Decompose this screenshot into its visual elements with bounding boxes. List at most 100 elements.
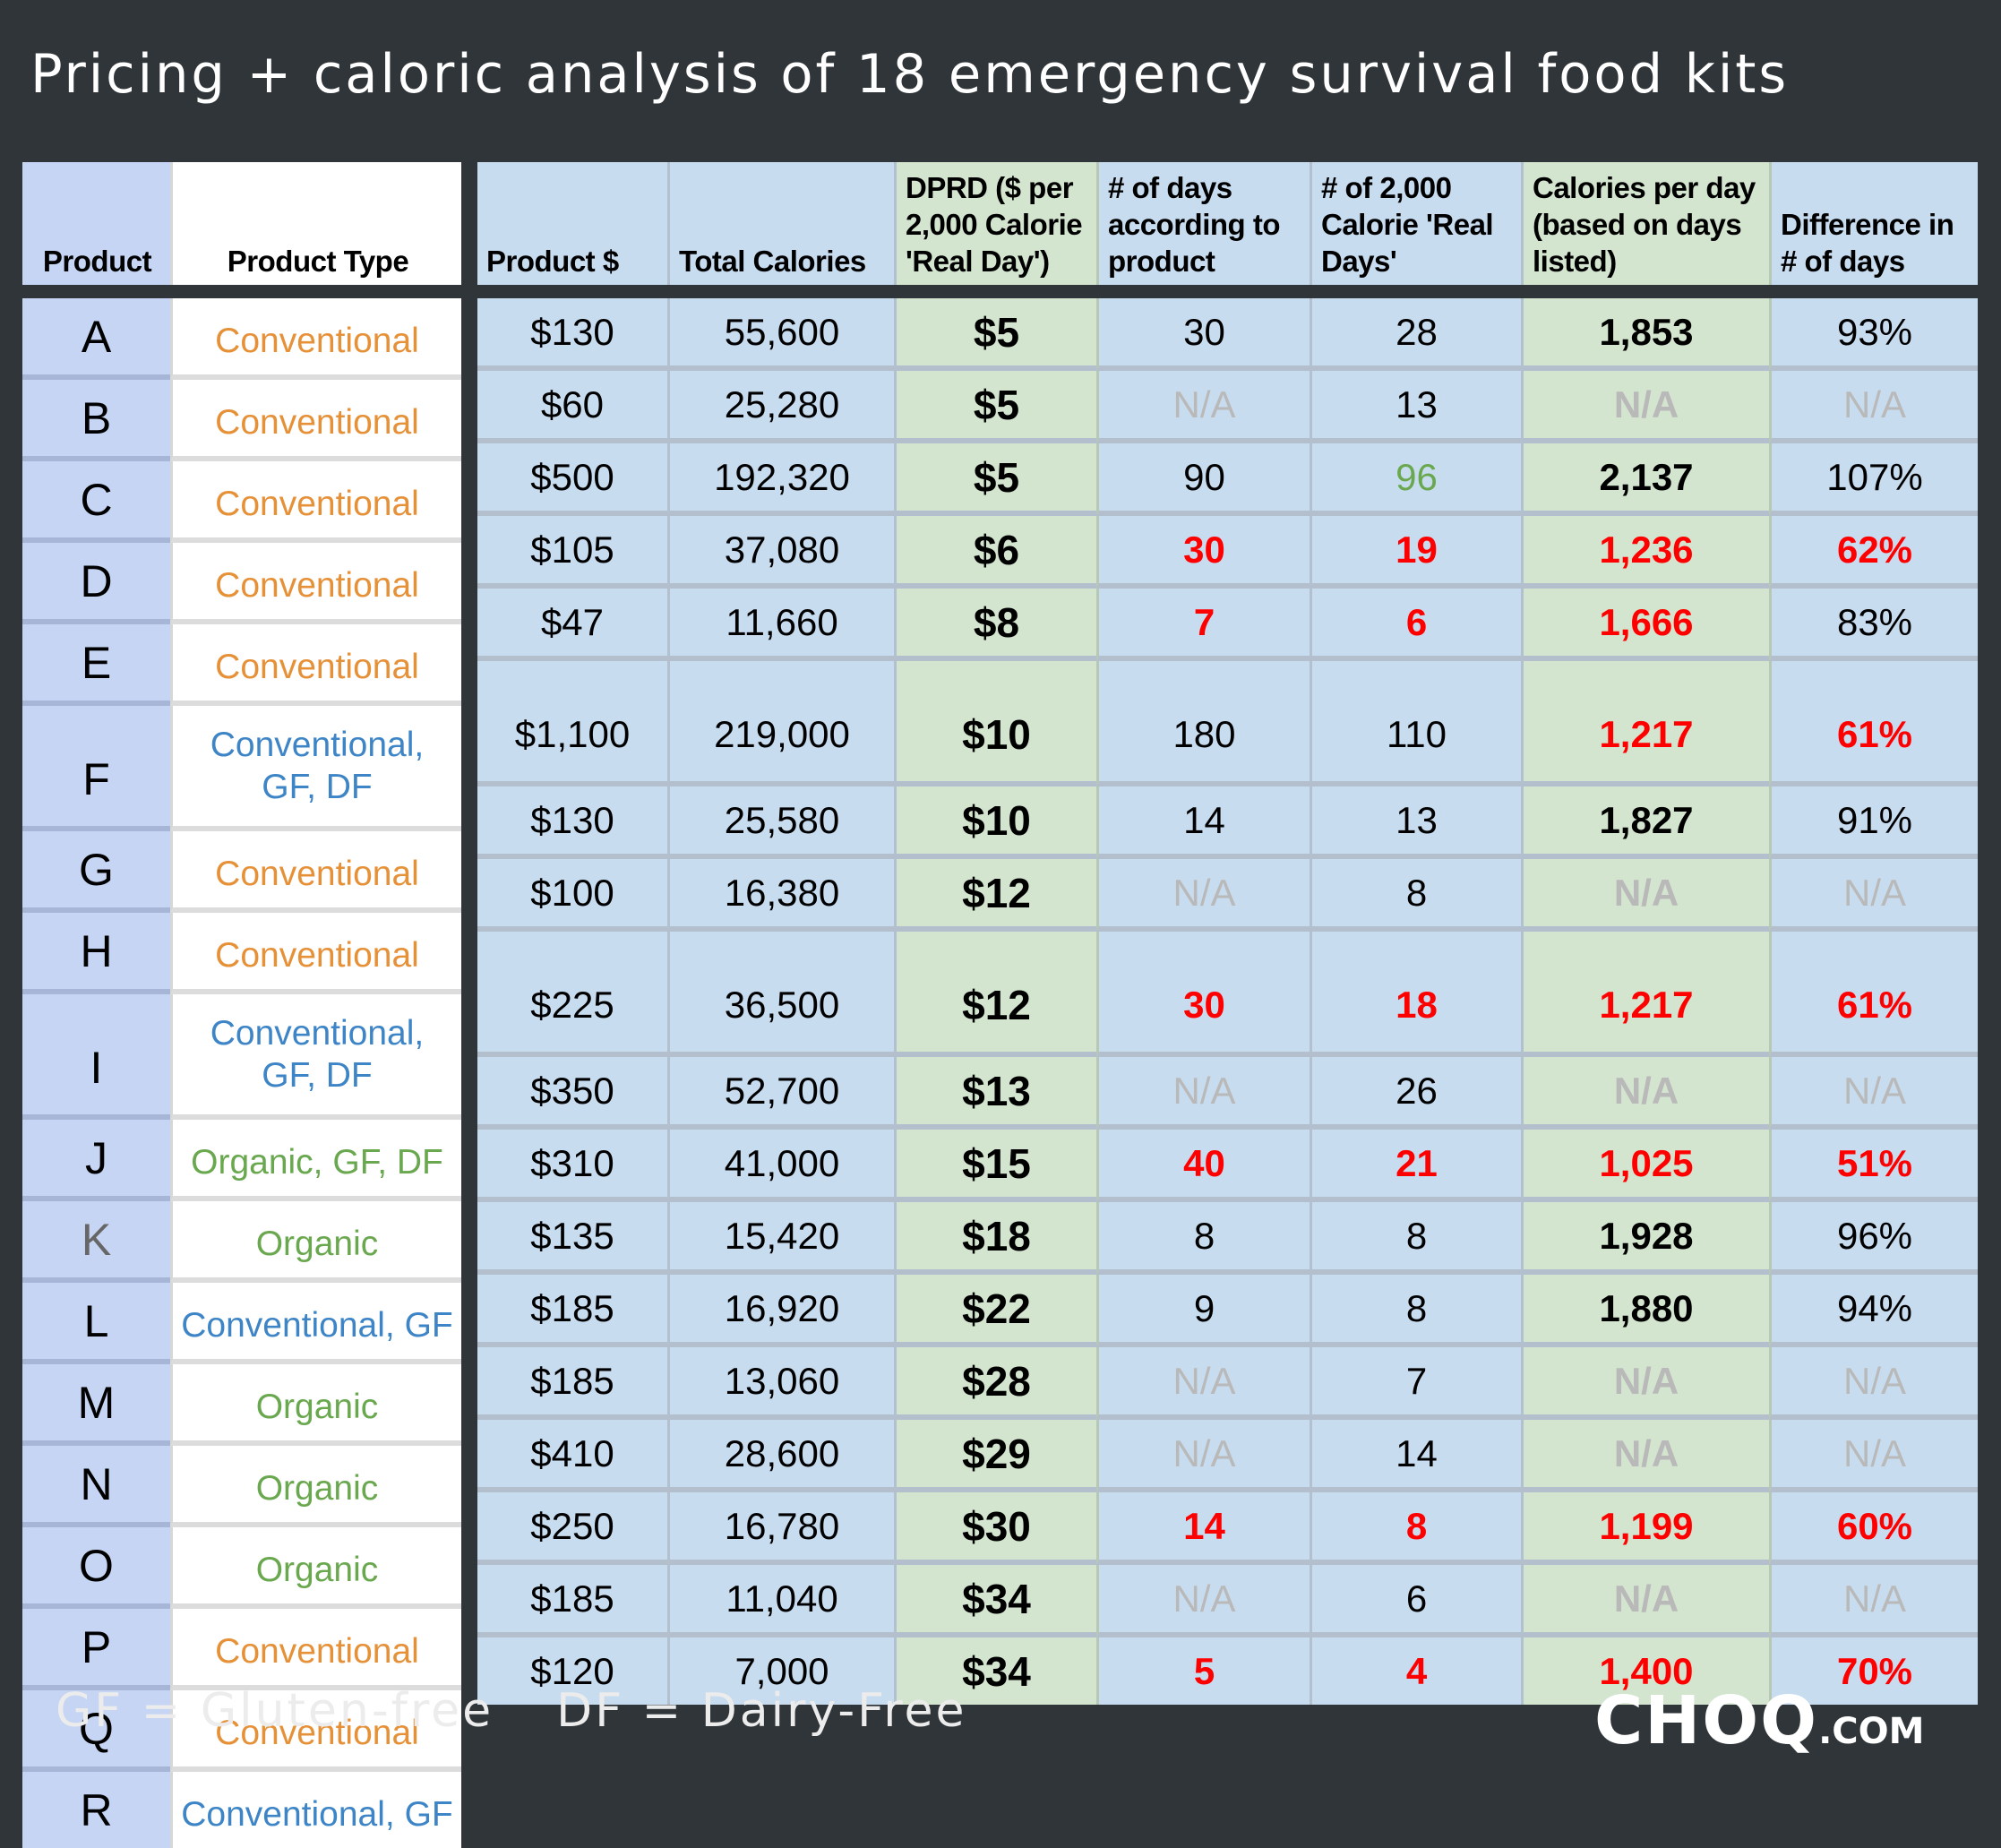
calories-per-day: 1,880 xyxy=(1521,1275,1769,1347)
table-row: J Organic, GF, DF xyxy=(22,1120,461,1201)
dprd-value: $5 xyxy=(894,443,1096,516)
real-days: 13 xyxy=(1310,786,1521,859)
table-row: R Conventional, GF xyxy=(22,1772,461,1848)
calories-per-day: 1,827 xyxy=(1521,786,1769,859)
real-days: 96 xyxy=(1310,443,1521,516)
header-real-days: # of 2,000 Calorie 'Real Days' xyxy=(1310,162,1521,285)
difference-days: 60% xyxy=(1769,1492,1978,1565)
total-calories: 16,380 xyxy=(667,859,894,932)
product-price: $410 xyxy=(477,1420,667,1492)
difference-days: N/A xyxy=(1769,1347,1978,1420)
difference-days: 91% xyxy=(1769,786,1978,859)
product-price: $135 xyxy=(477,1202,667,1275)
product-price: $130 xyxy=(477,786,667,859)
table-row: $47 11,660 $8 7 6 1,666 83% xyxy=(477,589,1978,661)
product-letter: H xyxy=(22,913,170,994)
calories-per-day: 1,853 xyxy=(1521,298,1769,371)
calories-per-day: 1,217 xyxy=(1521,661,1769,786)
product-price: $105 xyxy=(477,516,667,589)
product-type: Organic, GF, DF xyxy=(170,1120,461,1201)
logo-main: CHOQ xyxy=(1594,1682,1819,1759)
dprd-value: $10 xyxy=(894,786,1096,859)
difference-days: 61% xyxy=(1769,932,1978,1057)
calories-per-day: 1,199 xyxy=(1521,1492,1769,1565)
table-row: $410 28,600 $29 N/A 14 N/A N/A xyxy=(477,1420,1978,1492)
real-days: 7 xyxy=(1310,1347,1521,1420)
table-row: $130 55,600 $5 30 28 1,853 93% xyxy=(477,298,1978,371)
total-calories: 11,660 xyxy=(667,589,894,661)
real-days: 13 xyxy=(1310,371,1521,443)
product-letter: L xyxy=(22,1283,170,1364)
table-row: $185 16,920 $22 9 8 1,880 94% xyxy=(477,1275,1978,1347)
table-row: $250 16,780 $30 14 8 1,199 60% xyxy=(477,1492,1978,1565)
days-claimed: 7 xyxy=(1096,589,1310,661)
calories-per-day: N/A xyxy=(1521,859,1769,932)
product-price: $500 xyxy=(477,443,667,516)
real-days: 19 xyxy=(1310,516,1521,589)
dprd-value: $5 xyxy=(894,298,1096,371)
table-row: B Conventional xyxy=(22,380,461,461)
table-row: $1,100 219,000 $10 180 110 1,217 61% xyxy=(477,661,1978,786)
total-calories: 25,280 xyxy=(667,371,894,443)
real-days: 21 xyxy=(1310,1130,1521,1202)
table-row: $350 52,700 $13 N/A 26 N/A N/A xyxy=(477,1057,1978,1130)
header-product: Product xyxy=(22,162,170,285)
days-claimed: 30 xyxy=(1096,298,1310,371)
table-row: $60 25,280 $5 N/A 13 N/A N/A xyxy=(477,371,1978,443)
header-calories-per-day: Calories per day (based on days listed) xyxy=(1521,162,1769,285)
product-letter: B xyxy=(22,380,170,461)
difference-days: 94% xyxy=(1769,1275,1978,1347)
days-claimed: 90 xyxy=(1096,443,1310,516)
header-days-claimed: # of days according to product xyxy=(1096,162,1310,285)
product-price: $350 xyxy=(477,1057,667,1130)
total-calories: 25,580 xyxy=(667,786,894,859)
page-title: Pricing + caloric analysis of 18 emergen… xyxy=(30,43,1790,106)
product-price: $310 xyxy=(477,1130,667,1202)
product-type: Conventional xyxy=(170,1609,461,1690)
product-letter: P xyxy=(22,1609,170,1690)
table-row: $185 11,040 $34 N/A 6 N/A N/A xyxy=(477,1565,1978,1637)
dprd-value: $22 xyxy=(894,1275,1096,1347)
real-days: 8 xyxy=(1310,859,1521,932)
legend-dairy-free: DF = Dairy-Free xyxy=(556,1684,967,1738)
days-claimed: 5 xyxy=(1096,1637,1310,1705)
total-calories: 28,600 xyxy=(667,1420,894,1492)
real-days: 28 xyxy=(1310,298,1521,371)
table-row: L Conventional, GF xyxy=(22,1283,461,1364)
dprd-value: $8 xyxy=(894,589,1096,661)
total-calories: 37,080 xyxy=(667,516,894,589)
dprd-value: $10 xyxy=(894,661,1096,786)
product-type: Conventional xyxy=(170,913,461,994)
table-row: I Conventional, GF, DF xyxy=(22,994,461,1120)
calories-per-day: 2,137 xyxy=(1521,443,1769,516)
product-type: Organic xyxy=(170,1446,461,1527)
calories-per-day: 1,928 xyxy=(1521,1202,1769,1275)
difference-days: N/A xyxy=(1769,1420,1978,1492)
calories-per-day: 1,025 xyxy=(1521,1130,1769,1202)
days-claimed: N/A xyxy=(1096,1565,1310,1637)
table-row: $500 192,320 $5 90 96 2,137 107% xyxy=(477,443,1978,516)
table-row: $105 37,080 $6 30 19 1,236 62% xyxy=(477,516,1978,589)
real-days: 14 xyxy=(1310,1420,1521,1492)
dprd-value: $12 xyxy=(894,859,1096,932)
days-claimed: 30 xyxy=(1096,516,1310,589)
difference-days: 83% xyxy=(1769,589,1978,661)
choq-logo: CHOQ.COM xyxy=(1594,1682,1924,1759)
product-price: $47 xyxy=(477,589,667,661)
product-type: Conventional, GF, DF xyxy=(170,706,461,831)
table-row: M Organic xyxy=(22,1364,461,1446)
total-calories: 219,000 xyxy=(667,661,894,786)
days-claimed: N/A xyxy=(1096,859,1310,932)
product-letter: F xyxy=(22,706,170,831)
days-claimed: 9 xyxy=(1096,1275,1310,1347)
product-letter: G xyxy=(22,831,170,913)
product-letter: O xyxy=(22,1527,170,1609)
product-type: Conventional xyxy=(170,298,461,380)
days-claimed: 14 xyxy=(1096,786,1310,859)
product-price: $225 xyxy=(477,932,667,1057)
product-letter: A xyxy=(22,298,170,380)
product-price: $1,100 xyxy=(477,661,667,786)
table-row: N Organic xyxy=(22,1446,461,1527)
days-claimed: N/A xyxy=(1096,1057,1310,1130)
total-calories: 15,420 xyxy=(667,1202,894,1275)
